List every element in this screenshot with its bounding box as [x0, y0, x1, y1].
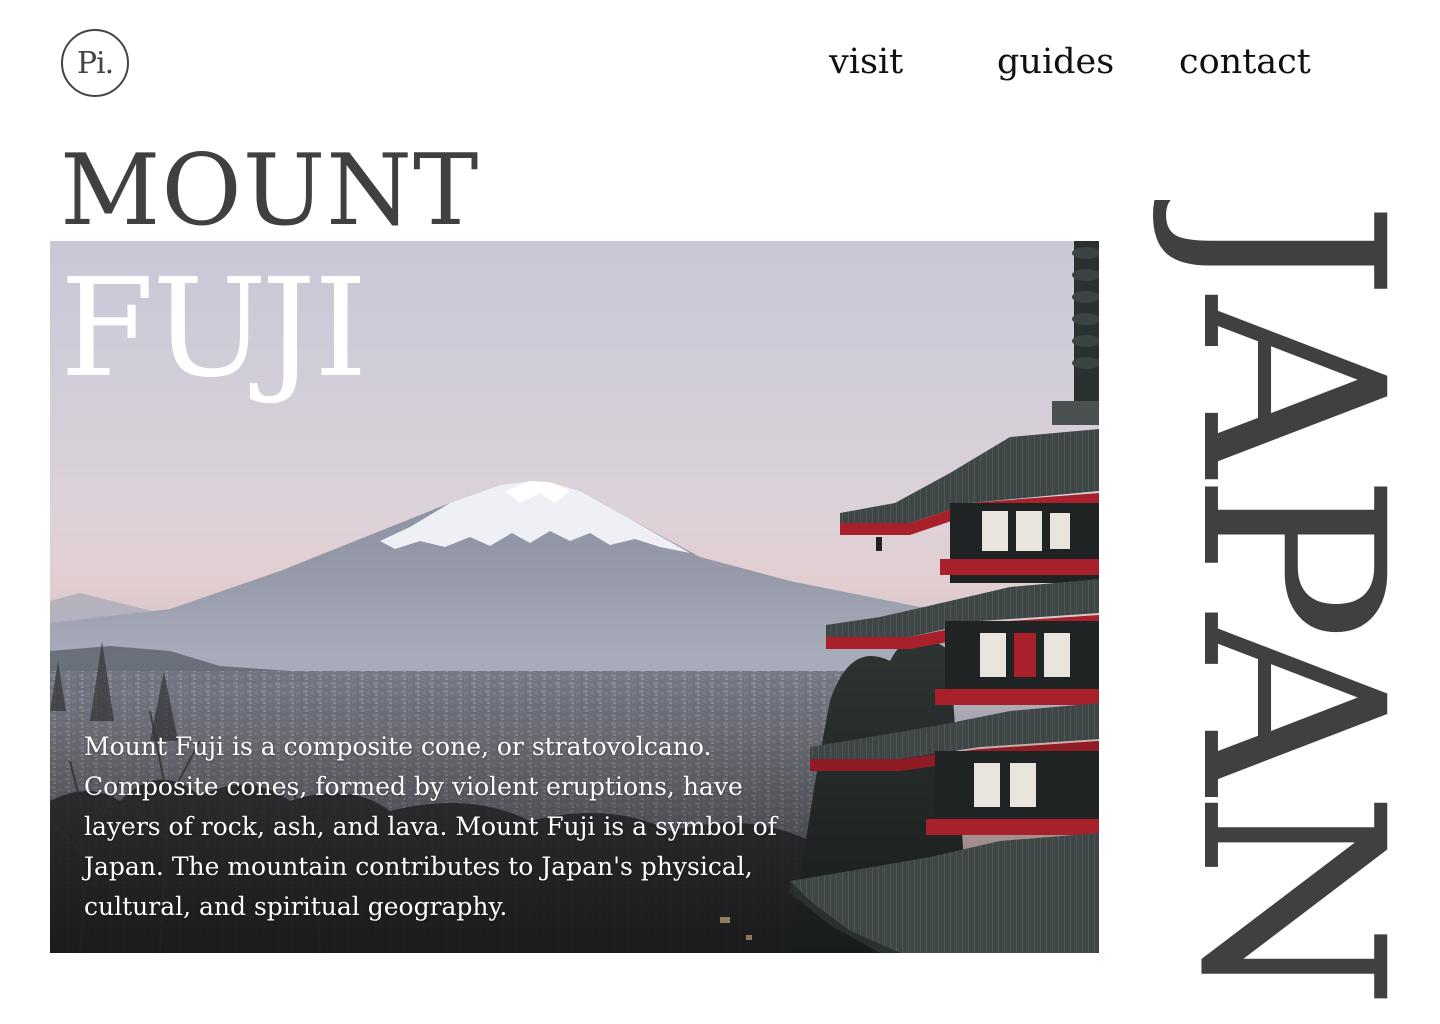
nav-link-guides[interactable]: guides: [997, 38, 1114, 86]
side-word-container: JAPAN: [1136, 200, 1426, 1000]
side-word-japan: JAPAN: [1146, 200, 1426, 1000]
hero-photo: FUJI Mount Fuji is a composite cone, or …: [50, 241, 1099, 953]
nav-link-visit[interactable]: visit: [829, 38, 903, 86]
hero-description: Mount Fuji is a composite cone, or strat…: [84, 732, 777, 921]
main-nav: visit guides contact: [0, 38, 1440, 88]
page-title-fuji: FUJI: [60, 250, 368, 408]
nav-link-contact[interactable]: contact: [1179, 38, 1311, 86]
page-title-mount: MOUNT: [60, 134, 480, 248]
